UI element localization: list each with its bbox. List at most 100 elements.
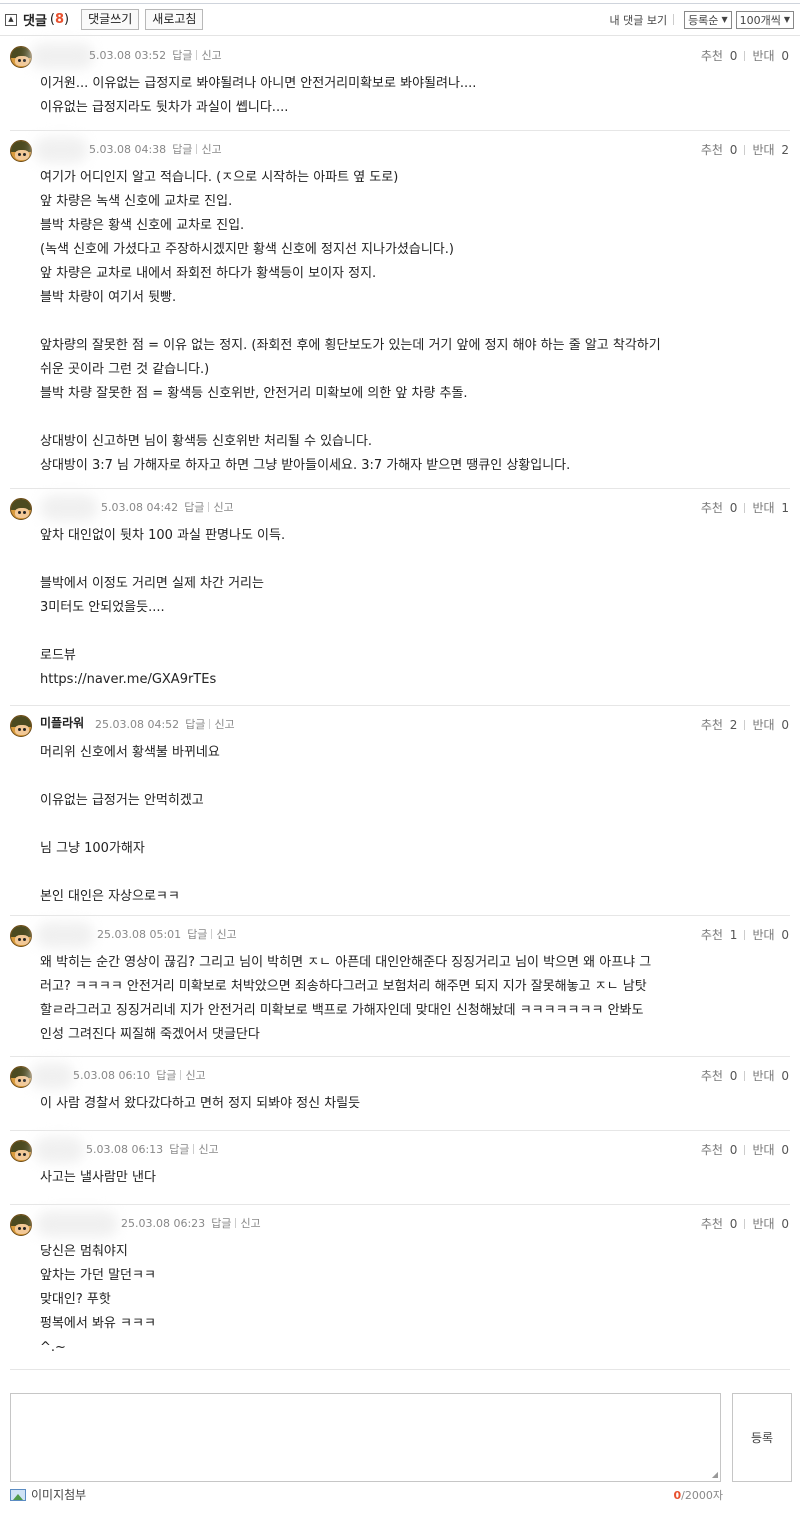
comment-line: 앞차량의 잘못한 점 = 이유 없는 정지. (좌회전 후에 횡단보도가 있는데… [40, 338, 661, 353]
comment-line [40, 620, 760, 644]
reply-link[interactable]: 답글 [156, 1067, 176, 1083]
submit-button[interactable]: 등록 [732, 1393, 792, 1482]
comment-line: 머리위 신호에서 황색불 바뀌네요 [40, 745, 220, 760]
comment-item: 미플라워 25.03.08 04:52 답글 신고 추천 2 반대 0 머리위 신호에서 황… [0, 706, 800, 916]
reply-link[interactable]: 답글 [211, 1215, 231, 1231]
report-link[interactable]: 신고 [240, 1215, 260, 1231]
downvote-button[interactable]: 반대 0 [752, 716, 789, 733]
downvote-button[interactable]: 반대 1 [752, 499, 789, 516]
avatar-icon[interactable] [10, 1214, 32, 1236]
reply-link[interactable]: 답글 [172, 141, 192, 157]
chevron-down-icon: ▼ [721, 15, 728, 24]
upvote-count: 1 [729, 928, 738, 942]
reply-link[interactable]: 답글 [172, 47, 192, 63]
comment-line: 상대방이 신고하면 님이 황색등 신호위반 처리될 수 있습니다. [40, 434, 373, 449]
downvote-button[interactable]: 반대 2 [752, 141, 789, 158]
sort-select[interactable]: 등록순 ▼ [684, 10, 732, 29]
downvote-label: 반대 [752, 1217, 775, 1231]
report-link[interactable]: 신고 [198, 1141, 218, 1157]
upvote-label: 추천 [700, 1069, 723, 1083]
char-counter: 0/2000자 [674, 1487, 723, 1503]
report-link[interactable]: 신고 [213, 499, 233, 515]
avatar-icon[interactable] [10, 498, 32, 520]
upvote-button[interactable]: 추천 1 [701, 926, 738, 943]
comment-date: 5.03.08 03:52 [89, 48, 167, 62]
vote-counts: 추천 1 반대 0 [701, 926, 789, 943]
comment-line: 할ㄹ라그러고 징징거리네 지가 안전거리 미확보로 백프로 가해자인데 맞대인 … [40, 1003, 644, 1018]
divider [209, 719, 211, 729]
upvote-button[interactable]: 추천 0 [701, 1141, 738, 1158]
blurred-username [36, 1211, 118, 1237]
comment-body: 사고는 낼사람만 낸다 [40, 1166, 760, 1190]
avatar-icon[interactable] [10, 46, 32, 68]
upvote-button[interactable]: 추천 0 [701, 1067, 738, 1084]
collapse-icon[interactable]: ▲ [5, 13, 17, 26]
avatar-icon[interactable] [10, 925, 32, 947]
upvote-button[interactable]: 추천 2 [701, 716, 738, 733]
image-attach-label: 이미지첨부 [31, 1488, 87, 1502]
upvote-button[interactable]: 추천 0 [701, 141, 738, 158]
comment-date: 5.03.08 06:13 [86, 1142, 164, 1156]
comment-item: 5.03.08 06:10 답글 신고 추천 0 반대 0이 사람 경찰서 왔다갔다하고… [0, 1057, 800, 1131]
upvote-label: 추천 [700, 501, 723, 515]
upvote-count: 0 [729, 1217, 738, 1231]
avatar-icon[interactable] [10, 1140, 32, 1162]
report-link[interactable]: 신고 [185, 1067, 205, 1083]
image-attach-button[interactable]: 이미지첨부 [10, 1486, 86, 1503]
downvote-button[interactable]: 반대 0 [752, 1067, 789, 1084]
comment-textarea[interactable]: ◢ [10, 1393, 721, 1482]
reply-link[interactable]: 답글 [184, 499, 204, 515]
write-comment-button[interactable]: 댓글쓰기 [81, 9, 140, 30]
divider [744, 502, 746, 513]
report-link[interactable]: 신고 [216, 926, 236, 942]
downvote-count: 0 [781, 1217, 789, 1231]
upvote-count: 2 [729, 718, 738, 732]
downvote-button[interactable]: 반대 0 [752, 1215, 789, 1232]
downvote-button[interactable]: 반대 0 [752, 926, 789, 943]
reply-link[interactable]: 답글 [187, 926, 207, 942]
refresh-button[interactable]: 새로고침 [145, 9, 204, 30]
downvote-button[interactable]: 반대 0 [752, 1141, 789, 1158]
reply-link[interactable]: 답글 [169, 1141, 189, 1157]
avatar-icon[interactable] [10, 140, 32, 162]
comment-body: 당신은 멈춰야지 앞차는 가던 말던ㅋㅋ 맞대인? 푸핫 펑복에서 봐유 ㅋㅋㅋ ^.~ [40, 1240, 760, 1360]
downvote-count: 2 [781, 143, 789, 157]
report-link[interactable]: 신고 [201, 47, 221, 63]
comment-item: 5.03.08 03:52 답글 신고 추천 0 반대 0 이거원... 이유없는 급정지… [0, 37, 800, 131]
upvote-label: 추천 [700, 49, 723, 63]
reply-link[interactable]: 답글 [185, 716, 205, 732]
resize-grip-icon[interactable]: ◢ [712, 1470, 718, 1479]
comment-line [40, 813, 760, 837]
upvote-label: 추천 [700, 928, 723, 942]
upvote-label: 추천 [700, 718, 723, 732]
avatar-icon[interactable] [10, 1066, 32, 1088]
comment-divider [10, 1369, 790, 1370]
blurred-username [40, 495, 98, 521]
comment-date: 5.03.08 06:10 [73, 1068, 151, 1082]
comment-meta: 5.03.08 04:42 답글 신고 [101, 499, 234, 515]
comment-line: 블박에서 이정도 거리면 실제 차간 거리는 [40, 576, 264, 591]
report-link[interactable]: 신고 [214, 716, 234, 732]
upvote-button[interactable]: 추천 0 [701, 499, 738, 516]
per-page-select[interactable]: 100개씩 ▼ [735, 10, 794, 29]
vote-counts: 추천 0 반대 0 [701, 1215, 789, 1232]
downvote-count: 0 [781, 1143, 789, 1157]
downvote-button[interactable]: 반대 0 [752, 47, 789, 64]
upvote-button[interactable]: 추천 0 [701, 47, 738, 64]
comment-line [40, 548, 760, 572]
comment-line: 로드뷰 [40, 648, 76, 663]
downvote-count: 0 [781, 718, 789, 732]
avatar-icon[interactable] [10, 715, 32, 737]
upvote-button[interactable]: 추천 0 [701, 1215, 738, 1232]
report-link[interactable]: 신고 [201, 141, 221, 157]
downvote-label: 반대 [752, 1143, 775, 1157]
downvote-label: 반대 [752, 928, 775, 942]
downvote-label: 반대 [752, 143, 775, 157]
my-comments-link[interactable]: 내 댓글 보기 [609, 12, 667, 28]
divider [235, 1218, 237, 1228]
char-count-max: /2000자 [681, 1489, 723, 1502]
comment-line: 앞 차량은 교차로 내에서 좌회전 하다가 황색등이 보이자 정지. [40, 266, 377, 281]
comment-header: ▲ 댓글 (8) 댓글쓰기 새로고침 내 댓글 보기 등록순 ▼ 100개씩 ▼ [0, 3, 800, 36]
comment-author[interactable]: 미플라워 [40, 714, 84, 731]
comment-body: 머리위 신호에서 황색불 바뀌네요 이유없는 급정거는 안먹히겠고 님 그냥 100… [40, 741, 760, 909]
